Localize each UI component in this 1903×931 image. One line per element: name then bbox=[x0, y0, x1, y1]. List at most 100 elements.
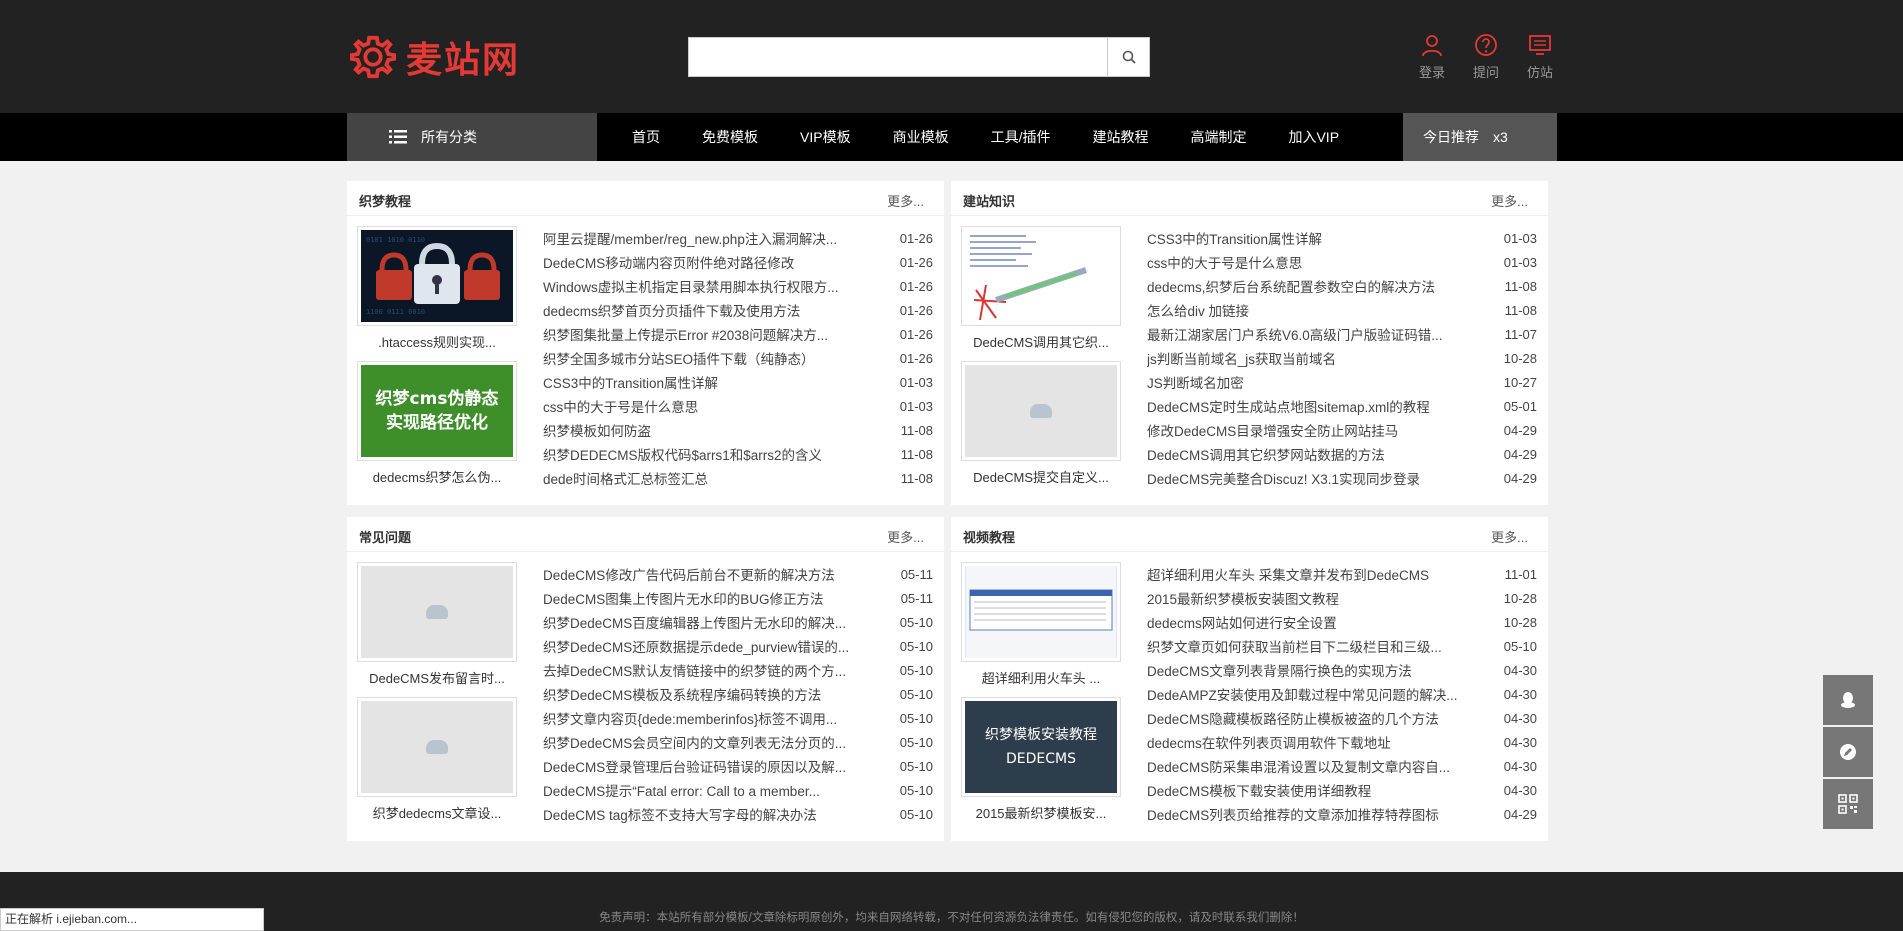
list-item[interactable]: DedeAMPZ安装使用及卸载过程中常见问题的解决... 04-30 bbox=[1147, 682, 1537, 706]
article-title[interactable]: DedeCMS tag标签不支持大写字母的解决办法 bbox=[543, 804, 817, 824]
article-title[interactable]: DedeCMS防采集串混淆设置以及复制文章内容自... bbox=[1147, 756, 1450, 776]
article-title[interactable]: dedecms织梦首页分页插件下载及使用方法 bbox=[543, 300, 800, 320]
list-item[interactable]: dedecms,织梦后台系统配置参数空白的解决方法 11-08 bbox=[1147, 274, 1537, 298]
list-item[interactable]: 2015最新织梦模板安装图文教程 10-28 bbox=[1147, 586, 1537, 610]
nav-item-free-templates[interactable]: 免费模板 bbox=[681, 113, 779, 161]
login-link[interactable]: 登录 bbox=[1405, 32, 1459, 81]
qrcode-button[interactable] bbox=[1823, 779, 1873, 829]
article-title[interactable]: DedeCMS定时生成站点地图sitemap.xml的教程 bbox=[1147, 396, 1430, 416]
list-item[interactable]: 织梦DEDECMS版权代码$arrs1和$arrs2的含义 11-08 bbox=[543, 442, 933, 466]
search-button[interactable] bbox=[1107, 38, 1149, 76]
nav-item-vip-templates[interactable]: VIP模板 bbox=[779, 113, 872, 161]
list-item[interactable]: DedeCMS定时生成站点地图sitemap.xml的教程 05-01 bbox=[1147, 394, 1537, 418]
article-title[interactable]: 织梦模板如何防盗 bbox=[543, 420, 651, 440]
ask-link[interactable]: 提问 bbox=[1459, 32, 1513, 81]
list-item[interactable]: DedeCMS移动端内容页附件绝对路径修改 01-26 bbox=[543, 250, 933, 274]
list-item[interactable]: 超详细利用火车头 采集文章并发布到DedeCMS 11-01 bbox=[1147, 562, 1537, 586]
list-item[interactable]: dedecms在软件列表页调用软件下载地址 04-30 bbox=[1147, 730, 1537, 754]
article-title[interactable]: CSS3中的Transition属性详解 bbox=[543, 372, 718, 392]
list-item[interactable]: 阿里云提醒/member/reg_new.php注入漏洞解决... 01-26 bbox=[543, 226, 933, 250]
thumbnail-caption[interactable]: 2015最新织梦模板安... bbox=[961, 803, 1121, 822]
thumbnail-caption[interactable]: 织梦dedecms文章设... bbox=[357, 803, 517, 822]
qq-button[interactable] bbox=[1823, 675, 1873, 725]
thumbnail-caption[interactable]: DedeCMS发布留言时... bbox=[357, 668, 517, 687]
list-item[interactable]: css中的大于号是什么意思 01-03 bbox=[543, 394, 933, 418]
article-thumbnail[interactable] bbox=[961, 361, 1121, 461]
list-item[interactable]: DedeCMS隐藏模板路径防止模板被盗的几个方法 04-30 bbox=[1147, 706, 1537, 730]
article-title[interactable]: DedeCMS修改广告代码后前台不更新的解决方法 bbox=[543, 564, 835, 584]
nav-item-tutorials[interactable]: 建站教程 bbox=[1071, 113, 1169, 161]
list-item[interactable]: 织梦全国多城市分站SEO插件下载（纯静态） 01-26 bbox=[543, 346, 933, 370]
list-item[interactable]: js判断当前域名_js获取当前域名 10-28 bbox=[1147, 346, 1537, 370]
article-thumbnail[interactable]: 0101 1010 0110 1100 0111 0010 bbox=[357, 226, 517, 326]
article-title[interactable]: 织梦DedeCMS百度编辑器上传图片无水印的解决... bbox=[543, 612, 846, 632]
article-title[interactable]: 2015最新织梦模板安装图文教程 bbox=[1147, 588, 1339, 608]
nav-item-business-templates[interactable]: 商业模板 bbox=[872, 113, 970, 161]
list-item[interactable]: 织梦图集批量上传提示Error #2038问题解决方... 01-26 bbox=[543, 322, 933, 346]
article-thumbnail[interactable] bbox=[961, 226, 1121, 326]
thumbnail-caption[interactable]: DedeCMS提交自定义... bbox=[961, 467, 1121, 486]
article-title[interactable]: DedeCMS隐藏模板路径防止模板被盗的几个方法 bbox=[1147, 708, 1439, 728]
article-title[interactable]: DedeCMS提示“Fatal error: Call to a member.… bbox=[543, 780, 820, 800]
more-link[interactable]: 更多... bbox=[1491, 527, 1528, 546]
article-title[interactable]: 超详细利用火车头 采集文章并发布到DedeCMS bbox=[1147, 564, 1429, 584]
list-item[interactable]: dede时间格式汇总标签汇总 11-08 bbox=[543, 466, 933, 490]
search-input[interactable] bbox=[689, 38, 1107, 76]
article-thumbnail[interactable] bbox=[357, 697, 517, 797]
article-title[interactable]: css中的大于号是什么意思 bbox=[543, 396, 698, 416]
article-title[interactable]: dede时间格式汇总标签汇总 bbox=[543, 468, 708, 488]
list-item[interactable]: dedecms织梦首页分页插件下载及使用方法 01-26 bbox=[543, 298, 933, 322]
list-item[interactable]: DedeCMS防采集串混淆设置以及复制文章内容自... 04-30 bbox=[1147, 754, 1537, 778]
nav-item-custom[interactable]: 高端制定 bbox=[1169, 113, 1267, 161]
article-title[interactable]: DedeCMS登录管理后台验证码错误的原因以及解... bbox=[543, 756, 846, 776]
list-item[interactable]: DedeCMS登录管理后台验证码错误的原因以及解... 05-10 bbox=[543, 754, 933, 778]
article-title[interactable]: 怎么给div 加链接 bbox=[1147, 300, 1249, 320]
article-thumbnail[interactable]: 织梦模板安装教程 DEDECMS bbox=[961, 697, 1121, 797]
list-item[interactable]: 去掉DedeCMS默认友情链接中的织梦链的两个方... 05-10 bbox=[543, 658, 933, 682]
article-title[interactable]: 织梦文章内容页{dede:memberinfos}标签不调用... bbox=[543, 708, 837, 728]
article-title[interactable]: 去掉DedeCMS默认友情链接中的织梦链的两个方... bbox=[543, 660, 846, 680]
article-thumbnail[interactable]: 织梦cms伪静态 实现路径优化 bbox=[357, 361, 517, 461]
article-title[interactable]: 阿里云提醒/member/reg_new.php注入漏洞解决... bbox=[543, 228, 837, 248]
thumbnail-caption[interactable]: dedecms织梦怎么伪... bbox=[357, 467, 517, 486]
list-item[interactable]: JS判断域名加密 10-27 bbox=[1147, 370, 1537, 394]
article-title[interactable]: 织梦DedeCMS会员空间内的文章列表无法分页的... bbox=[543, 732, 846, 752]
article-title[interactable]: 织梦DedeCMS还原数据提示dede_purview错误的... bbox=[543, 636, 849, 656]
list-item[interactable]: CSS3中的Transition属性详解 01-03 bbox=[543, 370, 933, 394]
article-title[interactable]: DedeCMS移动端内容页附件绝对路径修改 bbox=[543, 252, 794, 272]
all-categories-button[interactable]: 所有分类 bbox=[347, 113, 597, 161]
article-title[interactable]: CSS3中的Transition属性详解 bbox=[1147, 228, 1322, 248]
article-title[interactable]: DedeAMPZ安装使用及卸载过程中常见问题的解决... bbox=[1147, 684, 1458, 704]
list-item[interactable]: DedeCMS修改广告代码后前台不更新的解决方法 05-11 bbox=[543, 562, 933, 586]
article-title[interactable]: js判断当前域名_js获取当前域名 bbox=[1147, 348, 1336, 368]
thumbnail-caption[interactable]: 超详细利用火车头 ... bbox=[961, 668, 1121, 687]
list-item[interactable]: DedeCMS tag标签不支持大写字母的解决办法 05-10 bbox=[543, 802, 933, 826]
list-item[interactable]: DedeCMS模板下载安装使用详细教程 04-30 bbox=[1147, 778, 1537, 802]
list-item[interactable]: DedeCMS完美整合Discuz! X3.1实现同步登录 04-29 bbox=[1147, 466, 1537, 490]
more-link[interactable]: 更多... bbox=[887, 191, 924, 210]
article-title[interactable]: 织梦文章页如何获取当前栏目下二级栏目和三级... bbox=[1147, 636, 1442, 656]
nav-item-home[interactable]: 首页 bbox=[597, 113, 681, 161]
article-title[interactable]: Windows虚拟主机指定目录禁用脚本执行权限方... bbox=[543, 276, 839, 296]
list-item[interactable]: dedecms网站如何进行安全设置 10-28 bbox=[1147, 610, 1537, 634]
list-item[interactable]: css中的大于号是什么意思 01-03 bbox=[1147, 250, 1537, 274]
article-title[interactable]: 织梦DedeCMS模板及系统程序编码转换的方法 bbox=[543, 684, 821, 704]
more-link[interactable]: 更多... bbox=[1491, 191, 1528, 210]
list-item[interactable]: CSS3中的Transition属性详解 01-03 bbox=[1147, 226, 1537, 250]
thumbnail-caption[interactable]: DedeCMS调用其它织... bbox=[961, 332, 1121, 351]
article-title[interactable]: 修改DedeCMS目录增强安全防止网站挂马 bbox=[1147, 420, 1398, 440]
today-recommend-button[interactable]: 今日推荐 x3 bbox=[1403, 113, 1557, 161]
list-item[interactable]: DedeCMS调用其它织梦网站数据的方法 04-29 bbox=[1147, 442, 1537, 466]
article-title[interactable]: dedecms在软件列表页调用软件下载地址 bbox=[1147, 732, 1391, 752]
list-item[interactable]: 织梦DedeCMS会员空间内的文章列表无法分页的... 05-10 bbox=[543, 730, 933, 754]
list-item[interactable]: 织梦DedeCMS模板及系统程序编码转换的方法 05-10 bbox=[543, 682, 933, 706]
thumbnail-caption[interactable]: .htaccess规则实现... bbox=[357, 332, 517, 351]
list-item[interactable]: 织梦DedeCMS还原数据提示dede_purview错误的... 05-10 bbox=[543, 634, 933, 658]
article-title[interactable]: 最新江湖家居门户系统V6.0高级门户版验证码错... bbox=[1147, 324, 1443, 344]
article-title[interactable]: dedecms,织梦后台系统配置参数空白的解决方法 bbox=[1147, 276, 1435, 296]
nav-item-join-vip[interactable]: 加入VIP bbox=[1267, 113, 1360, 161]
list-item[interactable]: DedeCMS图集上传图片无水印的BUG修正方法 05-11 bbox=[543, 586, 933, 610]
list-item[interactable]: 最新江湖家居门户系统V6.0高级门户版验证码错... 11-07 bbox=[1147, 322, 1537, 346]
list-item[interactable]: Windows虚拟主机指定目录禁用脚本执行权限方... 01-26 bbox=[543, 274, 933, 298]
article-title[interactable]: DedeCMS完美整合Discuz! X3.1实现同步登录 bbox=[1147, 468, 1420, 488]
